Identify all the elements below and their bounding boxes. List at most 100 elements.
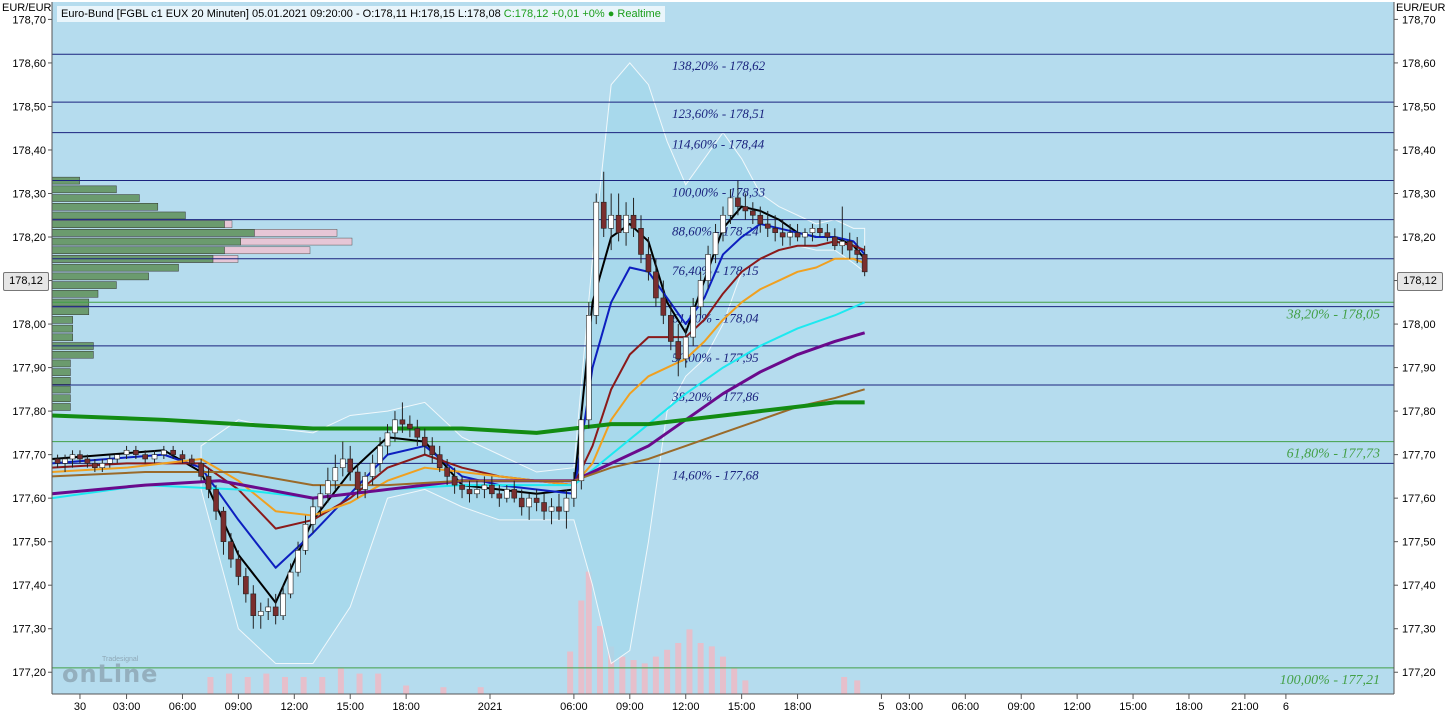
y-tick-label-right: 177,60 [1402,493,1436,505]
volume-profile-bar [51,307,90,315]
candle-body [809,228,816,233]
y-tick-label-left: 178,50 [12,101,46,113]
x-tick-label: 15:00 [728,701,756,713]
fib-label: 114,60% - 178,44 [672,137,765,152]
volume-profile-bar [51,194,140,202]
tradesignal-online-logo: Tradesignal onLine [62,654,172,688]
y-tick-label-left: 177,90 [12,363,46,375]
x-tick-label: 18:00 [784,701,812,713]
candle-body [151,454,158,460]
candle-body [518,497,525,508]
candle-body [399,419,406,425]
volume-bar [630,660,637,694]
candle-body [705,254,711,281]
candle-body [764,223,771,229]
candle-body [99,463,106,468]
volume-profile-bar [51,203,159,211]
candle-body [802,232,808,238]
x-tick-label: 03:00 [113,701,141,713]
candle-body [205,476,212,490]
volume-bar [440,687,447,694]
volume-bar [720,656,726,694]
candle-body [593,201,600,316]
candle-body [682,336,689,360]
candle-body [265,606,272,612]
candle-body [92,463,98,468]
x-tick-label: 06:00 [560,701,588,713]
candle-body [474,489,480,495]
candle-body [414,428,421,438]
candle-body [511,489,518,499]
candle-body [824,232,831,238]
candle-body [451,476,458,486]
y-tick-label-right: 177,90 [1402,363,1436,375]
x-tick-label: 30 [74,701,86,713]
x-tick-label: 12:00 [672,701,700,713]
candle-body [228,541,234,560]
volume-bar [319,677,326,694]
y-tick-label-left: 177,80 [12,406,46,418]
candle-body [287,571,294,595]
volume-bar [356,673,363,694]
volume-bar [664,649,671,694]
volume-profile-bar [51,290,99,298]
candle-body [69,454,76,460]
y-tick-label-left: 177,20 [12,667,46,679]
x-tick-label: 18:00 [1175,701,1203,713]
fib-label-green: 38,20% - 178,05 [1286,307,1380,322]
y-tick-label-left: 178,20 [12,232,46,244]
candle-body [794,232,801,238]
candle-body [170,449,176,455]
y-tick-label-right: 177,20 [1402,667,1436,679]
candle-body [489,484,495,495]
candle-body [623,214,629,233]
candle-body [302,523,309,551]
candle-body [757,214,764,225]
fib-label: 14,60% - 177,68 [672,467,759,482]
candle-body [750,210,756,216]
fib-label-green: 61,80% - 177,73 [1287,447,1380,462]
candle-body [541,502,547,512]
y-tick-label-left: 178,40 [12,145,46,157]
volume-profile-bar [51,220,225,228]
candle-body [727,197,734,216]
x-tick-label: 15:00 [336,701,364,713]
volume-bar [578,600,585,694]
volume-profile-bar [51,246,225,255]
volume-bar [742,680,749,694]
volume-bar [731,668,738,694]
candle-body [585,315,592,421]
candle-body [179,454,186,460]
candle-body [630,214,637,229]
fib-label-green: 100,00% - 177,21 [1280,673,1380,688]
candle-body [257,611,264,616]
volume-bar [854,680,861,694]
instrument-info: Euro-Bund [FGBL c1 EUX 20 Minuten] 05.01… [61,8,501,20]
change-info: C:178,12 +0,01 +0% ● Realtime [503,8,661,20]
candle-body [142,454,148,460]
candle-body [817,228,823,233]
candle-body [503,489,510,499]
logo-text: onLine [62,660,159,688]
volume-profile-bar [51,237,241,246]
candle-body [421,436,428,447]
y-tick-label-right: 178,30 [1402,188,1436,200]
x-tick-label: 09:00 [225,701,253,713]
candle-body [295,550,301,573]
candle-body [668,315,674,342]
volume-profile-bar [51,359,71,368]
candle-body [161,449,167,455]
volume-bar [300,677,307,694]
x-tick-label: 06:00 [952,701,980,713]
volume-profile-bar [51,368,71,376]
y-tick-label-right: 177,80 [1402,406,1436,418]
volume-bar [686,629,693,694]
candle-body [362,476,368,490]
y-tick-label-right: 178,20 [1402,232,1436,244]
volume-profile-bar [51,333,73,342]
volume-profile-bar [51,281,117,289]
candle-body [720,214,726,233]
volume-profile-bar [51,263,179,272]
candle-body [481,484,488,490]
candle-body [272,606,279,616]
